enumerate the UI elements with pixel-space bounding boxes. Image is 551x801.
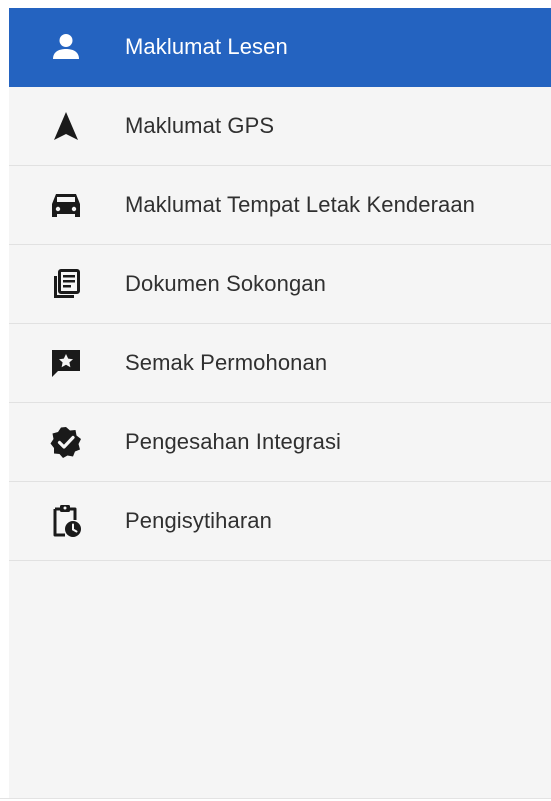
menu-item-maklumat-gps[interactable]: Maklumat GPS [9, 87, 551, 166]
menu-item-label: Dokumen Sokongan [125, 271, 326, 296]
menu-item-label: Maklumat Lesen [125, 34, 288, 59]
menu-item-label: Semak Permohonan [125, 350, 328, 375]
menu-item-label: Maklumat GPS [125, 113, 275, 138]
car-icon [46, 185, 86, 225]
navigation-arrow-icon [46, 106, 86, 146]
menu-item-dokumen-sokongan[interactable]: Dokumen Sokongan [9, 245, 551, 324]
document-library-icon [46, 264, 86, 304]
menu-item-semak-permohonan[interactable]: Semak Permohonan [9, 324, 551, 403]
menu-item-maklumat-lesen[interactable]: Maklumat Lesen [9, 8, 551, 87]
divider [0, 798, 551, 799]
review-chat-icon [46, 343, 86, 383]
sidebar-menu: Maklumat Lesen Maklumat GPS Maklumat Tem… [9, 8, 551, 798]
menu-item-label: Maklumat Tempat Letak Kenderaan [125, 192, 476, 217]
menu-item-label: Pengesahan Integrasi [125, 429, 342, 454]
menu-item-pengesahan-integrasi[interactable]: Pengesahan Integrasi [9, 403, 551, 482]
menu-item-label: Pengisytiharan [125, 508, 272, 533]
verified-badge-icon [46, 422, 86, 462]
menu-item-pengisytiharan[interactable]: Pengisytiharan [9, 482, 551, 561]
menu-item-maklumat-tempat-letak-kenderaan[interactable]: Maklumat Tempat Letak Kenderaan [9, 166, 551, 245]
clipboard-clock-icon [46, 501, 86, 541]
person-icon [46, 27, 86, 67]
